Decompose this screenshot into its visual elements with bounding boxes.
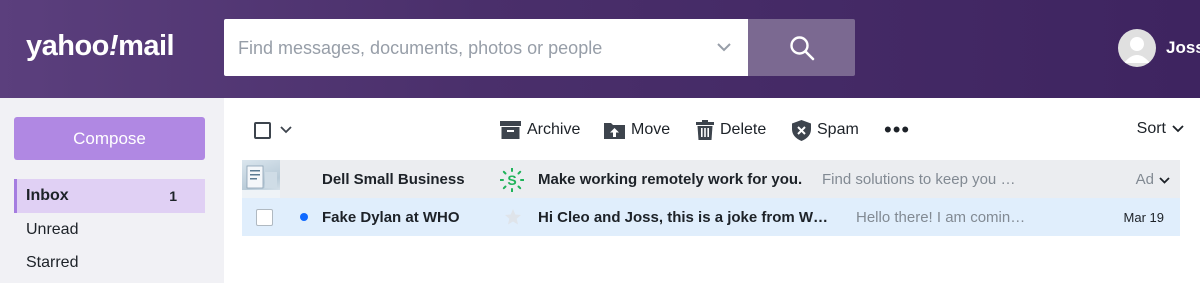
sort-button[interactable]: Sort xyxy=(1137,120,1184,138)
archive-button[interactable]: Archive xyxy=(500,118,580,142)
archive-icon xyxy=(500,121,521,139)
svg-text:S: S xyxy=(507,172,516,188)
select-all-checkbox[interactable] xyxy=(254,122,271,139)
spam-label: Spam xyxy=(817,121,859,138)
folder-move-icon xyxy=(604,123,625,139)
search-options-chevron-icon[interactable] xyxy=(714,37,734,57)
search-button[interactable] xyxy=(748,19,855,76)
message-sender: Dell Small Business xyxy=(322,171,465,188)
sidebar: Compose Inbox 1 Unread Starred xyxy=(0,98,224,283)
chevron-down-icon xyxy=(1172,125,1184,133)
archive-label: Archive xyxy=(527,121,581,138)
message-list: Dell Small Business S Make working remot… xyxy=(224,160,1200,283)
spam-button[interactable]: Spam xyxy=(792,118,859,142)
unread-dot-icon[interactable] xyxy=(300,213,308,221)
search-icon xyxy=(790,36,815,61)
logo-product: mail xyxy=(118,30,175,62)
sidebar-item-starred[interactable]: Starred xyxy=(14,246,205,280)
ad-thumbnail-image xyxy=(242,160,280,198)
move-label: Move xyxy=(631,121,671,138)
sidebar-item-label: Unread xyxy=(26,221,79,238)
shield-x-icon xyxy=(792,119,811,141)
yahoo-mail-logo[interactable]: yahoo!mail xyxy=(26,30,175,66)
more-actions-icon[interactable]: ••• xyxy=(884,119,910,141)
message-row[interactable]: Fake Dylan at WHO Hi Cleo and Joss, this… xyxy=(242,198,1180,236)
message-date: Mar 19 xyxy=(1123,210,1164,225)
ad-options-chevron-icon[interactable] xyxy=(1159,173,1170,190)
sidebar-item-unread[interactable]: Unread xyxy=(14,213,205,247)
trash-icon xyxy=(696,120,714,140)
user-name[interactable]: Joss xyxy=(1166,38,1200,58)
sidebar-item-inbox[interactable]: Inbox 1 xyxy=(14,179,205,213)
select-options-chevron-icon[interactable] xyxy=(279,123,293,142)
unread-count-badge: 1 xyxy=(169,188,177,204)
app-header: yahoo!mail Joss xyxy=(0,0,1200,98)
ad-label[interactable]: Ad xyxy=(1136,171,1154,188)
message-snippet: Find solutions to keep you … xyxy=(822,171,1016,188)
move-button[interactable]: Move xyxy=(604,118,670,142)
delete-button[interactable]: Delete xyxy=(696,118,766,142)
logo-brand: yahoo xyxy=(26,30,109,62)
avatar[interactable] xyxy=(1118,29,1156,67)
compose-button[interactable]: Compose xyxy=(14,117,205,160)
message-subject: Make working remotely work for you. xyxy=(538,171,803,188)
search-input[interactable] xyxy=(238,33,698,63)
message-snippet: Hello there! I am comin… xyxy=(856,209,1026,226)
message-subject: Hi Cleo and Joss, this is a joke from W… xyxy=(538,209,829,226)
message-checkbox[interactable] xyxy=(256,209,273,226)
logo-slash: ! xyxy=(108,30,119,62)
message-toolbar: Archive Move Delete Spam ••• Sort xyxy=(224,98,1200,160)
ad-message-row[interactable]: Dell Small Business S Make working remot… xyxy=(242,160,1180,198)
message-sender: Fake Dylan at WHO xyxy=(322,209,460,226)
sort-label: Sort xyxy=(1136,120,1166,137)
star-icon[interactable] xyxy=(504,208,522,230)
sidebar-item-label: Inbox xyxy=(26,187,69,204)
search-bar xyxy=(224,19,748,76)
delete-label: Delete xyxy=(720,121,767,138)
sidebar-item-label: Starred xyxy=(26,254,79,271)
sponsor-logo-icon: S xyxy=(499,167,525,196)
